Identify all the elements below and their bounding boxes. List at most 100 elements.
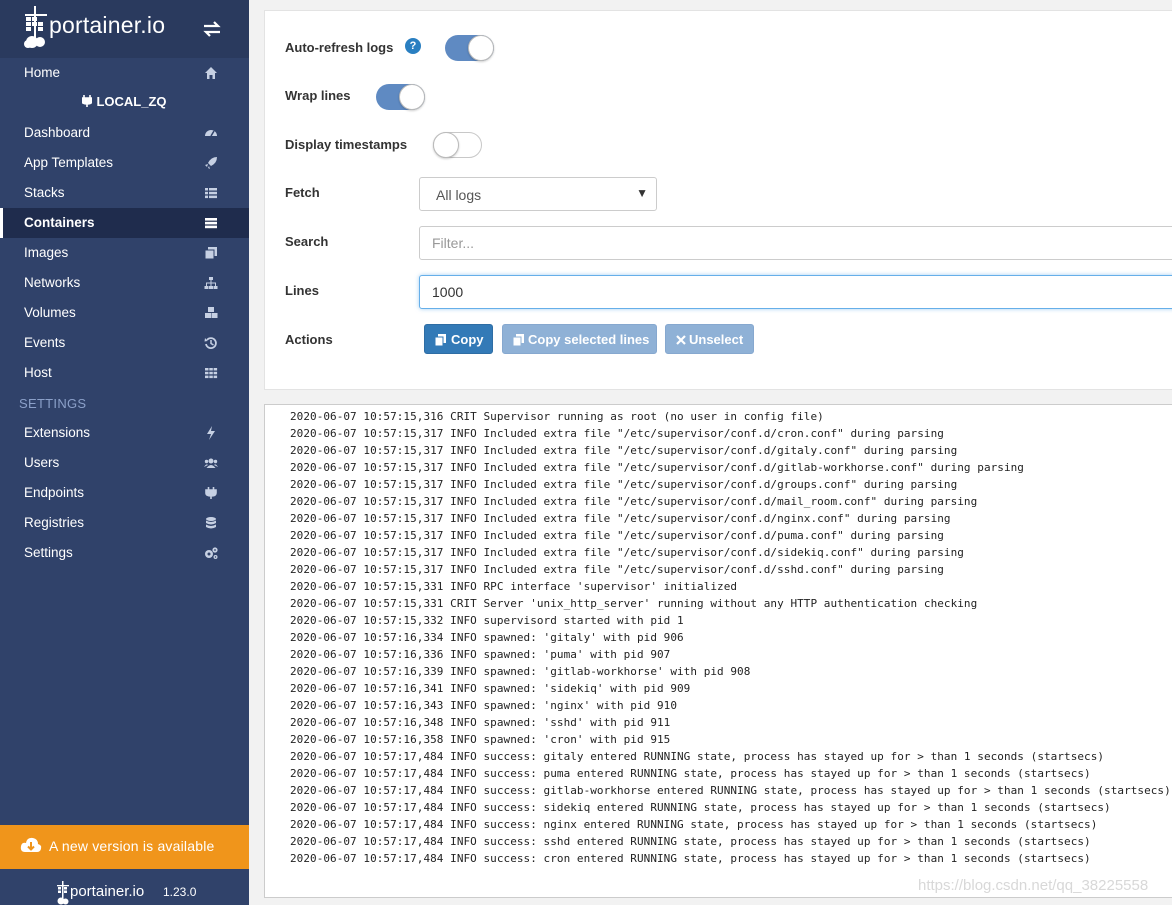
sidebar-item-label: Endpoints <box>24 485 85 500</box>
sidebar-item-users[interactable]: Users <box>0 448 249 478</box>
log-line[interactable]: 2020-06-07 10:57:15,317 INFO Included ex… <box>290 529 944 542</box>
log-line[interactable]: 2020-06-07 10:57:17,484 INFO success: ss… <box>290 835 1091 848</box>
users-icon <box>204 458 218 468</box>
sidebar-item-volumes[interactable]: Volumes <box>0 298 249 328</box>
log-line[interactable]: 2020-06-07 10:57:15,316 CRIT Supervisor … <box>290 410 824 423</box>
log-line[interactable]: 2020-06-07 10:57:16,358 INFO spawned: 'c… <box>290 733 670 746</box>
copy-button-label: Copy <box>451 332 484 347</box>
log-line[interactable]: 2020-06-07 10:57:17,484 INFO success: pu… <box>290 767 1091 780</box>
sidebar: portainer.io Home LOCAL_ZQ Dashboard App… <box>0 0 249 905</box>
sidebar-item-stacks[interactable]: Stacks <box>0 178 249 208</box>
th-icon <box>205 368 218 379</box>
log-line[interactable]: 2020-06-07 10:57:15,317 INFO Included ex… <box>290 461 1024 474</box>
log-line[interactable]: 2020-06-07 10:57:15,317 INFO Included ex… <box>290 546 964 559</box>
log-line[interactable]: 2020-06-07 10:57:15,331 CRIT Server 'uni… <box>290 597 977 610</box>
wrap-lines-label: Wrap lines <box>285 88 351 103</box>
version-label: 1.23.0 <box>163 885 197 899</box>
toggle-knob <box>399 84 425 110</box>
copy-selected-lines-label: Copy selected lines <box>528 332 650 347</box>
sidebar-item-label: App Templates <box>24 155 114 170</box>
log-line[interactable]: 2020-06-07 10:57:15,317 INFO Included ex… <box>290 427 944 440</box>
sidebar-item-events[interactable]: Events <box>0 328 249 358</box>
log-line[interactable]: 2020-06-07 10:57:15,332 INFO supervisord… <box>290 614 684 627</box>
log-line[interactable]: 2020-06-07 10:57:15,331 INFO RPC interfa… <box>290 580 737 593</box>
sidebar-item-registries[interactable]: Registries <box>0 508 249 538</box>
brand-header: portainer.io <box>0 0 249 58</box>
log-line[interactable]: 2020-06-07 10:57:17,484 INFO success: ng… <box>290 818 1097 831</box>
portainer-logo-icon <box>57 881 69 905</box>
home-icon <box>205 67 217 79</box>
auto-refresh-toggle[interactable] <box>445 35 494 61</box>
sidebar-item-extensions[interactable]: Extensions <box>0 418 249 448</box>
log-line[interactable]: 2020-06-07 10:57:16,348 INFO spawned: 's… <box>290 716 670 729</box>
log-line[interactable]: 2020-06-07 10:57:15,317 INFO Included ex… <box>290 495 977 508</box>
actions-label: Actions <box>285 332 333 347</box>
display-timestamps-toggle[interactable] <box>433 132 482 158</box>
log-line[interactable]: 2020-06-07 10:57:15,317 INFO Included ex… <box>290 444 957 457</box>
sidebar-item-label: Stacks <box>24 185 65 200</box>
sidebar-item-label: Settings <box>24 545 73 560</box>
wrap-lines-toggle[interactable] <box>376 84 425 110</box>
tachometer-icon <box>205 130 217 137</box>
fetch-select-value: All logs <box>436 187 482 203</box>
environment-title: LOCAL_ZQ <box>0 94 249 109</box>
sidebar-item-host[interactable]: Host <box>0 358 249 388</box>
log-output[interactable]: 2020-06-07 10:57:15,316 CRIT Supervisor … <box>264 404 1172 898</box>
sidebar-item-endpoints[interactable]: Endpoints <box>0 478 249 508</box>
log-line[interactable]: 2020-06-07 10:57:16,336 INFO spawned: 'p… <box>290 648 670 661</box>
log-line[interactable]: 2020-06-07 10:57:17,484 INFO success: cr… <box>290 852 1091 865</box>
log-line[interactable]: 2020-06-07 10:57:15,317 INFO Included ex… <box>290 478 957 491</box>
sidebar-item-label: Home <box>24 65 61 80</box>
unselect-button[interactable]: Unselect <box>665 324 754 354</box>
log-line[interactable]: 2020-06-07 10:57:17,484 INFO success: gi… <box>290 750 1104 763</box>
sidebar-item-label: Users <box>24 455 60 470</box>
toggle-knob <box>468 35 494 61</box>
sidebar-item-images[interactable]: Images <box>0 238 249 268</box>
sidebar-item-label: Images <box>24 245 69 260</box>
server-icon <box>205 218 217 229</box>
sitemap-icon <box>204 277 218 289</box>
help-icon[interactable]: ? <box>405 38 421 54</box>
log-line[interactable]: 2020-06-07 10:57:16,343 INFO spawned: 'n… <box>290 699 677 712</box>
log-line[interactable]: 2020-06-07 10:57:15,317 INFO Included ex… <box>290 512 951 525</box>
log-line[interactable]: 2020-06-07 10:57:15,317 INFO Included ex… <box>290 563 944 576</box>
caret-down-icon: ▼ <box>636 186 648 200</box>
unselect-button-label: Unselect <box>689 332 744 347</box>
display-timestamps-label: Display timestamps <box>285 137 408 152</box>
sidebar-item-label: Extensions <box>24 425 91 440</box>
sidebar-item-settings[interactable]: Settings <box>0 538 249 568</box>
copy-selected-lines-button[interactable]: Copy selected lines <box>502 324 657 354</box>
database-icon <box>206 517 216 529</box>
log-line[interactable]: 2020-06-07 10:57:17,484 INFO success: si… <box>290 801 1111 814</box>
cogs-icon <box>205 547 218 559</box>
close-icon <box>676 335 686 345</box>
settings-section-title: SETTINGS <box>19 396 87 411</box>
search-label: Search <box>285 234 329 249</box>
sidebar-item-dashboard[interactable]: Dashboard <box>0 118 249 148</box>
footer-brand-name: portainer.io <box>70 883 145 900</box>
lines-input[interactable] <box>419 275 1172 309</box>
watermark: https://blog.csdn.net/qq_38225558 <box>918 877 1149 894</box>
fetch-select[interactable]: All logs ▼ <box>419 177 657 211</box>
portainer-logo-icon[interactable] <box>22 6 50 48</box>
sidebar-item-home[interactable]: Home <box>0 58 249 88</box>
history-icon <box>204 337 217 349</box>
log-line[interactable]: 2020-06-07 10:57:16,334 INFO spawned: 'g… <box>290 631 684 644</box>
sidebar-item-networks[interactable]: Networks <box>0 268 249 298</box>
copy-icon <box>435 334 446 346</box>
exchange-icon[interactable] <box>203 21 221 37</box>
rocket-icon <box>205 157 217 169</box>
brand-name[interactable]: portainer.io <box>49 12 165 39</box>
log-line[interactable]: 2020-06-07 10:57:16,341 INFO spawned: 's… <box>290 682 690 695</box>
sidebar-item-app-templates[interactable]: App Templates <box>0 148 249 178</box>
cloud-download-icon <box>20 837 42 852</box>
fetch-label: Fetch <box>285 185 320 200</box>
log-line[interactable]: 2020-06-07 10:57:16,339 INFO spawned: 'g… <box>290 665 750 678</box>
sidebar-item-label: Dashboard <box>24 125 91 140</box>
sidebar-item-containers[interactable]: Containers <box>0 208 249 238</box>
sidebar-item-label: Registries <box>24 515 85 530</box>
update-notice[interactable]: A new version is available <box>0 825 249 869</box>
search-input[interactable] <box>419 226 1172 260</box>
log-line[interactable]: 2020-06-07 10:57:17,484 INFO success: gi… <box>290 784 1171 797</box>
copy-button[interactable]: Copy <box>424 324 493 354</box>
